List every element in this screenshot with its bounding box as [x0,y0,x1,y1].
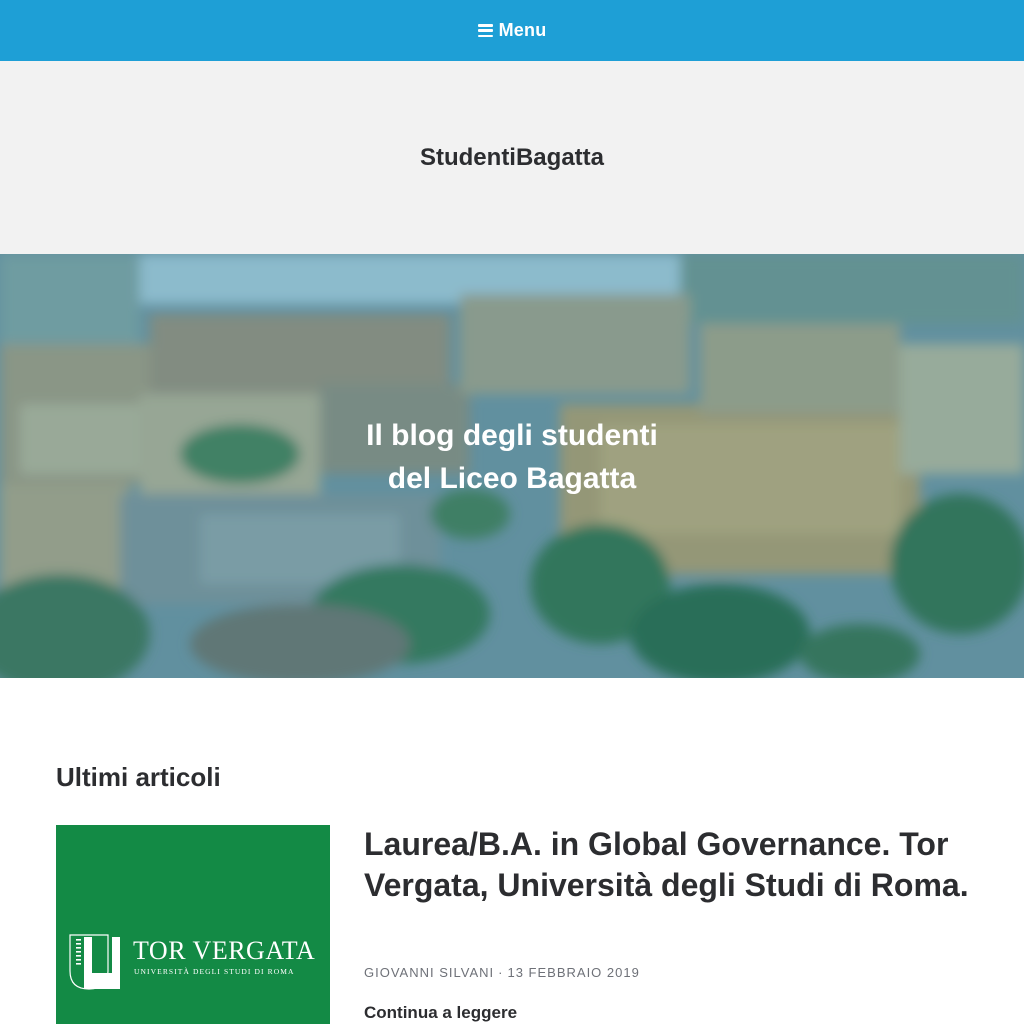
meta-separator: · [498,965,504,980]
menu-label: Menu [498,20,547,40]
hero-tagline: Il blog degli studenti del Liceo Bagatta [0,414,1024,500]
top-navigation-bar: Menu [0,0,1024,61]
post-title-link[interactable]: Laurea/B.A. in Global Governance. Tor Ve… [364,824,974,906]
logo-subtitle: UNIVERSITÀ DEGLI STUDI DI ROMA [134,967,295,976]
site-header: StudentiBagatta [0,61,1024,254]
post-date: 13 FEBBRAIO 2019 [507,965,640,980]
hero-tagline-line-1: Il blog degli studenti [366,419,658,452]
section-title: Ultimi articoli [56,762,221,792]
hero-banner: Il blog degli studenti del Liceo Bagatta [0,254,1024,678]
post-thumbnail[interactable]: TOR VERGATA UNIVERSITÀ DEGLI STUDI DI RO… [56,825,330,1024]
hero-tagline-line-2: del Liceo Bagatta [387,462,637,495]
menu-toggle-button[interactable]: Menu [477,20,547,41]
site-title-link[interactable]: StudentiBagatta [420,144,604,172]
post-meta: GIOVANNI SILVANI · 13 FEBBRAIO 2019 [364,965,640,980]
logo-name: TOR VERGATA [133,936,316,965]
read-more-link[interactable]: Continua a leggere [364,1003,517,1023]
hamburger-icon [477,24,493,37]
post-author-link[interactable]: GIOVANNI SILVANI [364,965,494,980]
